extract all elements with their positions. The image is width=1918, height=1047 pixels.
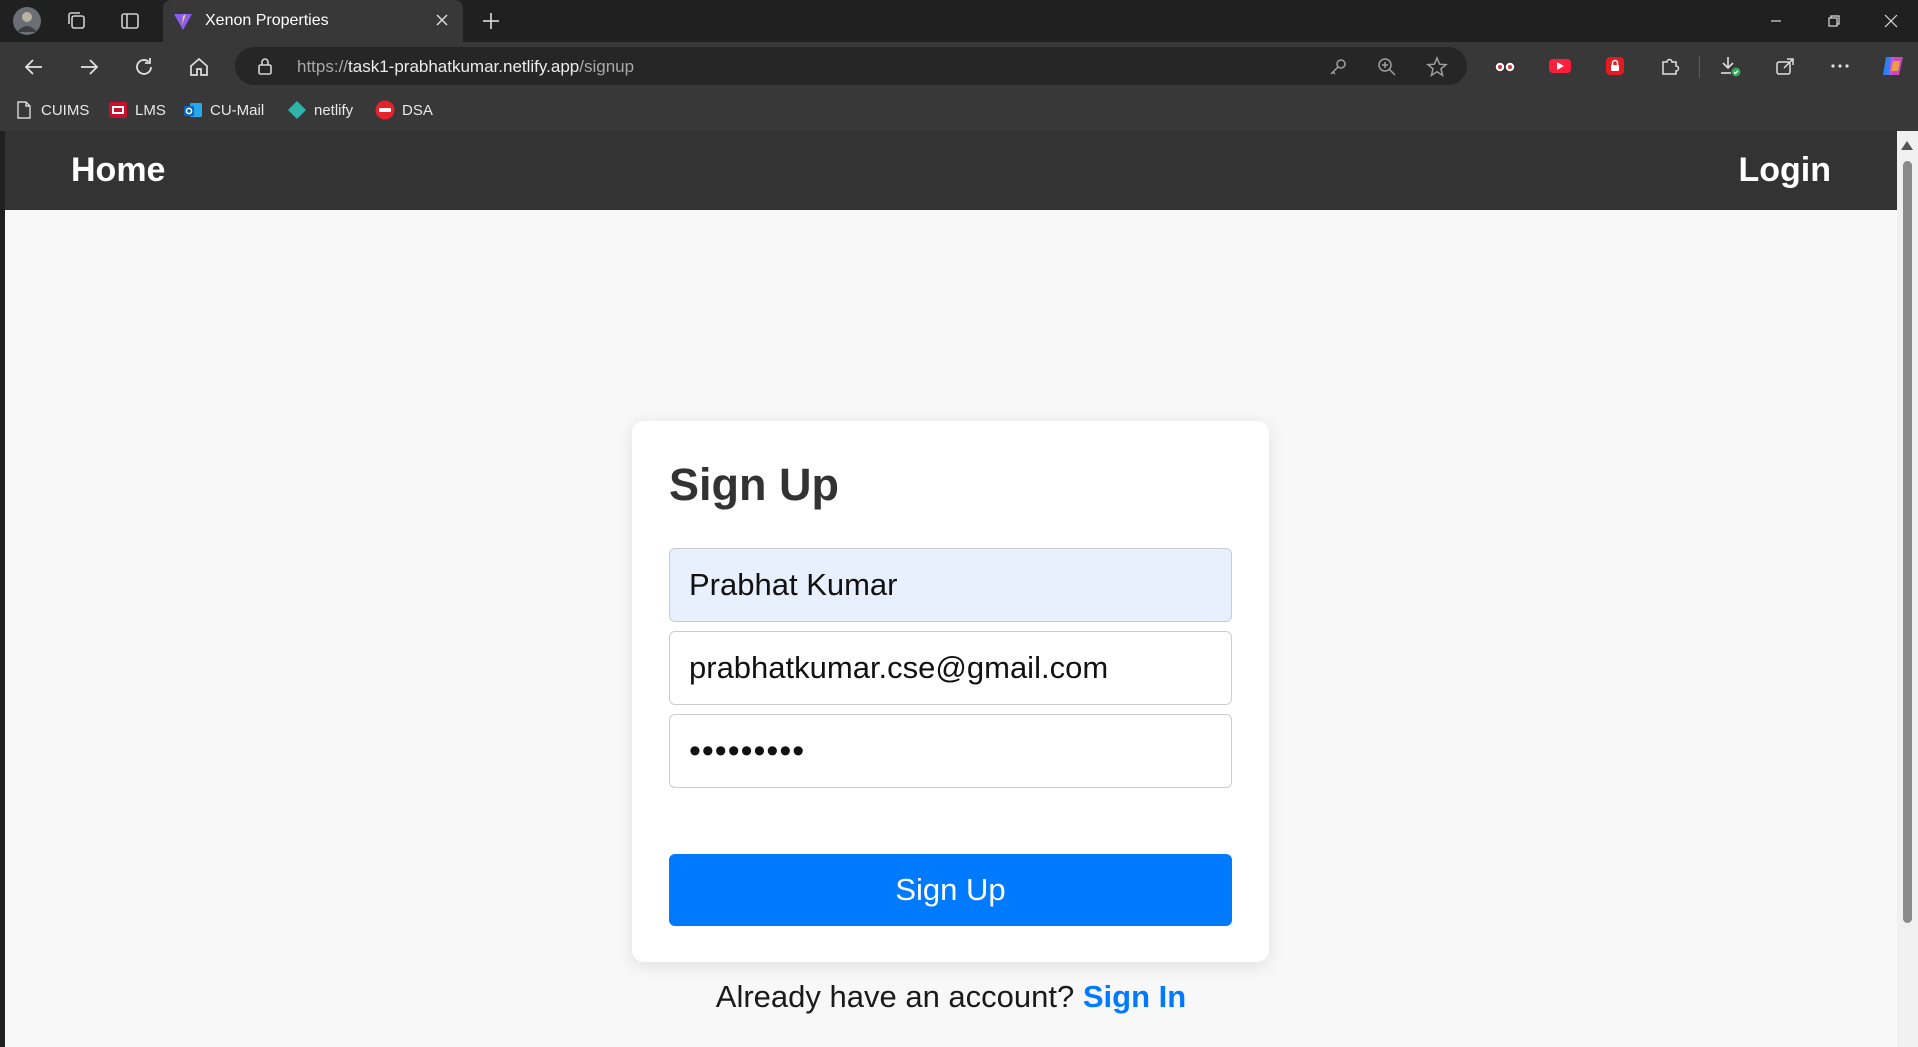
bookmark-lms[interactable]: LMS [108,98,166,122]
signin-link[interactable]: Sign In [1083,979,1186,1014]
signup-card: Sign Up ••••••••• Sign Up [632,421,1269,962]
close-window-icon[interactable] [1868,0,1914,42]
site-navbar: Home Login [5,131,1897,210]
restore-icon[interactable] [1811,0,1857,42]
browser-toolbar: https://task1-prabhatkumar.netlify.app/s… [0,42,1918,90]
collections-icon[interactable] [62,6,92,36]
address-bar[interactable]: https://task1-prabhatkumar.netlify.app/s… [235,47,1467,85]
page-viewport: Home Login Sign Up ••••••••• Sign Up Alr… [5,131,1897,1047]
url-scheme: https:// [297,57,349,76]
scroll-up-arrow-icon[interactable] [1901,141,1913,150]
signup-button[interactable]: Sign Up [669,854,1232,926]
bookmarks-bar: CUIMS LMS CU-Mail netlify DSA [0,90,1918,131]
password-input[interactable]: ••••••••• [669,714,1232,788]
favorite-star-icon[interactable] [1425,55,1449,79]
toolbar-divider [1699,56,1700,78]
lms-icon [108,100,128,120]
downloads-icon[interactable] [1717,53,1743,79]
minimize-icon[interactable] [1753,0,1799,42]
more-options-icon[interactable] [1827,53,1853,79]
signup-title: Sign Up [669,459,839,510]
url-host: task1-prabhatkumar.netlify.app [348,57,580,76]
nav-home-link[interactable]: Home [71,151,165,190]
password-mask: ••••••••• [689,731,806,770]
bookmark-label: netlify [314,101,354,119]
back-icon[interactable] [17,50,51,84]
tuf-icon [375,100,395,120]
bookmark-cuims[interactable]: CUIMS [14,98,89,122]
bookmark-netlify[interactable]: netlify [287,98,353,122]
page-scrollbar[interactable] [1897,131,1918,1047]
nav-login-link[interactable]: Login [1738,151,1831,190]
refresh-icon[interactable] [127,50,161,84]
bookmark-label: CUIMS [41,101,90,119]
new-tab-icon[interactable] [476,6,506,36]
signin-prompt-text: Already have an account? [715,979,1075,1014]
vite-favicon-icon [173,11,193,31]
bookmark-cu-mail[interactable]: CU-Mail [183,98,264,122]
email-input[interactable] [669,631,1232,705]
tab-title: Xenon Properties [205,12,329,29]
outlook-icon [183,100,203,120]
vertical-tabs-icon[interactable] [115,6,145,36]
bookmark-label: DSA [402,101,433,119]
url-text[interactable]: https://task1-prabhatkumar.netlify.app/s… [297,57,634,77]
active-tab[interactable]: Xenon Properties [163,0,463,42]
bookmark-label: LMS [135,101,166,119]
copilot-icon[interactable] [1880,53,1906,79]
extension-youtube-icon[interactable] [1547,53,1573,79]
forward-icon[interactable] [72,50,106,84]
tab-close-icon[interactable] [431,9,453,31]
site-info-lock-icon[interactable] [255,56,275,76]
name-input[interactable] [669,548,1232,622]
bookmark-label: CU-Mail [210,101,265,119]
extension-lock-icon[interactable] [1602,53,1628,79]
bookmark-dsa[interactable]: DSA [375,98,433,122]
extensions-puzzle-icon[interactable] [1657,53,1683,79]
browser-titlebar: Xenon Properties [0,0,1918,42]
signin-prompt: Already have an account? Sign In [5,979,1897,1015]
password-key-icon[interactable] [1326,55,1350,79]
scrollbar-thumb[interactable] [1903,161,1912,923]
extension-glasses-icon[interactable] [1492,53,1518,79]
share-icon[interactable] [1772,53,1798,79]
netlify-icon [287,100,307,120]
page-icon [14,100,34,120]
url-path: /signup [579,57,635,76]
zoom-icon[interactable] [1375,55,1399,79]
profile-avatar[interactable] [12,6,42,36]
home-icon[interactable] [182,50,216,84]
